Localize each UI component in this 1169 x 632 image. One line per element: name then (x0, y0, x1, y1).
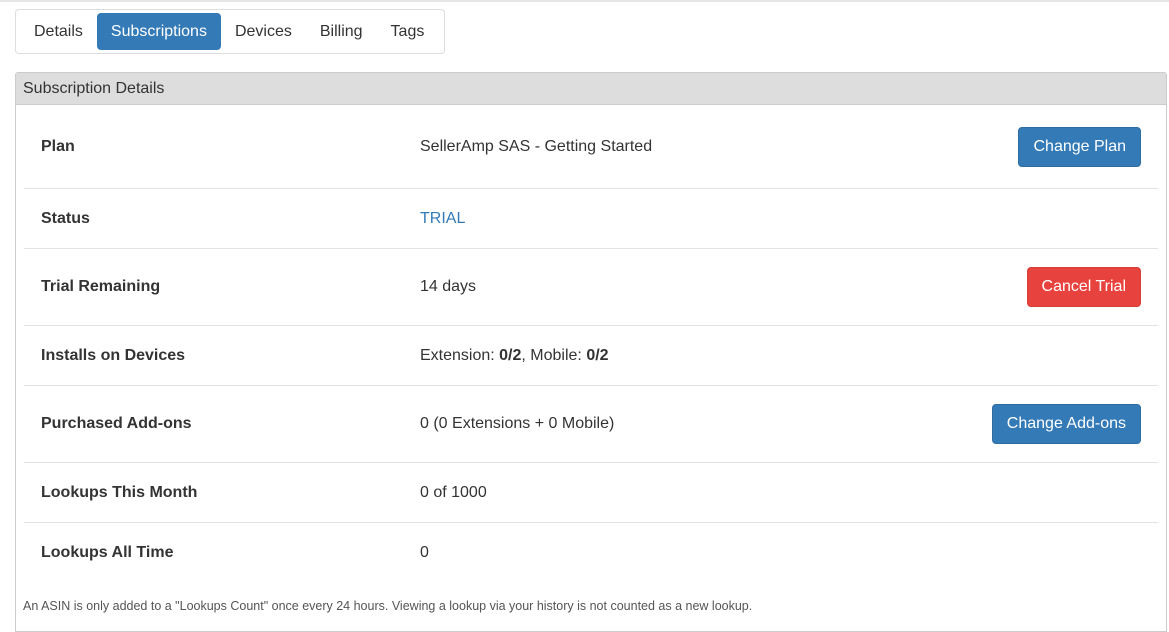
top-divider (0, 0, 1169, 2)
extension-count: 0/2 (499, 346, 522, 364)
subscription-details-panel: Subscription Details Plan SellerAmp SAS … (15, 72, 1167, 632)
change-addons-button[interactable]: Change Add-ons (991, 404, 1141, 444)
plan-label: Plan (41, 137, 75, 155)
trial-remaining-value: 14 days (420, 278, 477, 295)
tab-billing[interactable]: Billing (306, 13, 377, 50)
mobile-count: 0/2 (586, 346, 609, 364)
status-value[interactable]: TRIAL (420, 210, 465, 228)
trial-remaining-row: Trial Remaining 14 days Cancel Trial (24, 249, 1158, 326)
addons-row: Purchased Add-ons 0 (0 Extensions + 0 Mo… (24, 386, 1158, 463)
tab-devices[interactable]: Devices (221, 13, 306, 50)
status-label: Status (41, 209, 90, 227)
trial-remaining-label: Trial Remaining (41, 278, 161, 295)
lookups-all-row: Lookups All Time 0 (24, 523, 1158, 583)
lookups-month-row: Lookups This Month 0 of 1000 (24, 463, 1158, 523)
change-plan-button[interactable]: Change Plan (1018, 126, 1141, 167)
panel-title: Subscription Details (16, 73, 1166, 105)
addons-value: 0 (0 Extensions + 0 Mobile) (420, 415, 615, 432)
lookups-all-label: Lookups All Time (41, 544, 174, 561)
status-row: Status TRIAL (24, 189, 1158, 249)
installs-row: Installs on Devices Extension: 0/2, Mobi… (24, 326, 1158, 386)
lookups-all-value: 0 (420, 544, 429, 561)
addons-label: Purchased Add-ons (41, 415, 192, 432)
lookups-footnote: An ASIN is only added to a "Lookups Coun… (23, 599, 753, 613)
installs-value: Extension: 0/2, Mobile: 0/2 (420, 347, 609, 365)
tab-details[interactable]: Details (20, 13, 97, 50)
tab-tags[interactable]: Tags (377, 13, 439, 50)
lookups-month-value: 0 of 1000 (420, 483, 487, 501)
plan-row: Plan SellerAmp SAS - Getting Started Cha… (24, 105, 1158, 189)
installs-label: Installs on Devices (41, 346, 186, 364)
extension-prefix: Extension: (420, 346, 500, 364)
tab-subscriptions[interactable]: Subscriptions (96, 13, 221, 50)
lookups-month-label: Lookups This Month (41, 483, 198, 501)
cancel-trial-button[interactable]: Cancel Trial (1026, 267, 1141, 307)
tab-bar: Details Subscriptions Devices Billing Ta… (15, 9, 445, 54)
details-table: Plan SellerAmp SAS - Getting Started Cha… (16, 105, 1166, 583)
plan-value: SellerAmp SAS - Getting Started (420, 137, 653, 155)
mobile-prefix: , Mobile: (521, 346, 587, 364)
